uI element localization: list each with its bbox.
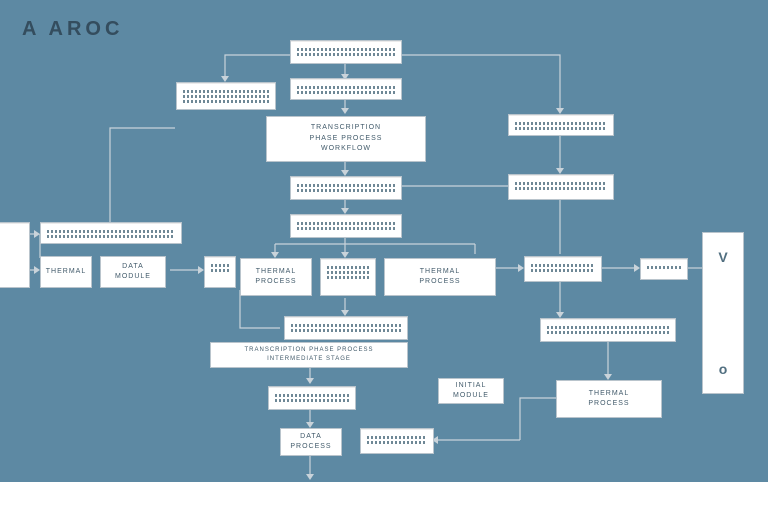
node-branch-b: [320, 258, 376, 296]
node-right-mid: [524, 256, 602, 282]
node-center-4: [290, 214, 402, 238]
label-line: PROCESS: [281, 442, 341, 453]
label-line: THERMAL: [385, 267, 495, 278]
node-right-4: THERMAL PROCESS: [556, 380, 662, 418]
label-line: THERMAL: [41, 267, 91, 278]
node-center-3: [290, 176, 402, 200]
label-line: THERMAL: [241, 267, 311, 278]
node-top-2: [290, 78, 402, 100]
node-topleft: [176, 82, 276, 110]
node-right-3: [540, 318, 676, 342]
node-edge-left: [0, 222, 30, 288]
label-line: TRANSCRIPTION PHASE PROCESS: [211, 346, 407, 355]
label-line: PROCESS: [385, 277, 495, 288]
node-center-6: [268, 386, 356, 410]
node-main-process: TRANSCRIPTION PHASE PROCESS WORKFLOW: [266, 116, 426, 162]
node-top-1: [290, 40, 402, 64]
node-left-b: DATA MODULE: [100, 256, 166, 288]
node-branch-a: THERMAL PROCESS: [240, 258, 312, 296]
label-line: DATA: [281, 432, 341, 443]
node-center-7: DATA PROCESS: [280, 428, 342, 456]
label-line: TRANSCRIPTION: [267, 123, 425, 134]
node-right-1: [508, 114, 614, 136]
diagram-canvas: A AROC: [0, 0, 768, 512]
label-line: MODULE: [101, 272, 165, 283]
node-left-c: [204, 256, 236, 288]
panel-glyph-bottom: o: [703, 361, 743, 377]
label-line: WORKFLOW: [267, 144, 425, 155]
node-left-a: THERMAL: [40, 256, 92, 288]
node-right-2: [508, 174, 614, 200]
node-right-small: INITIAL MODULE: [438, 378, 504, 404]
side-panel: V o: [702, 232, 744, 394]
label-line: MODULE: [439, 391, 503, 402]
node-center-5: [284, 316, 408, 340]
label-line: DATA: [101, 262, 165, 273]
diagram-title: A AROC: [22, 18, 123, 41]
node-branch-c: THERMAL PROCESS: [384, 258, 496, 296]
panel-glyph-top: V: [703, 249, 743, 265]
label-line: PROCESS: [557, 399, 661, 410]
label-line: THERMAL: [557, 389, 661, 400]
node-center-wide: TRANSCRIPTION PHASE PROCESS INTERMEDIATE…: [210, 342, 408, 368]
label-line: PHASE PROCESS: [267, 134, 425, 145]
node-left-top: [40, 222, 182, 244]
label-line: PROCESS: [241, 277, 311, 288]
label-line: INTERMEDIATE STAGE: [211, 355, 407, 364]
node-right-out: [640, 258, 688, 280]
node-mid-sq: [360, 428, 434, 454]
label-line: INITIAL: [439, 381, 503, 392]
